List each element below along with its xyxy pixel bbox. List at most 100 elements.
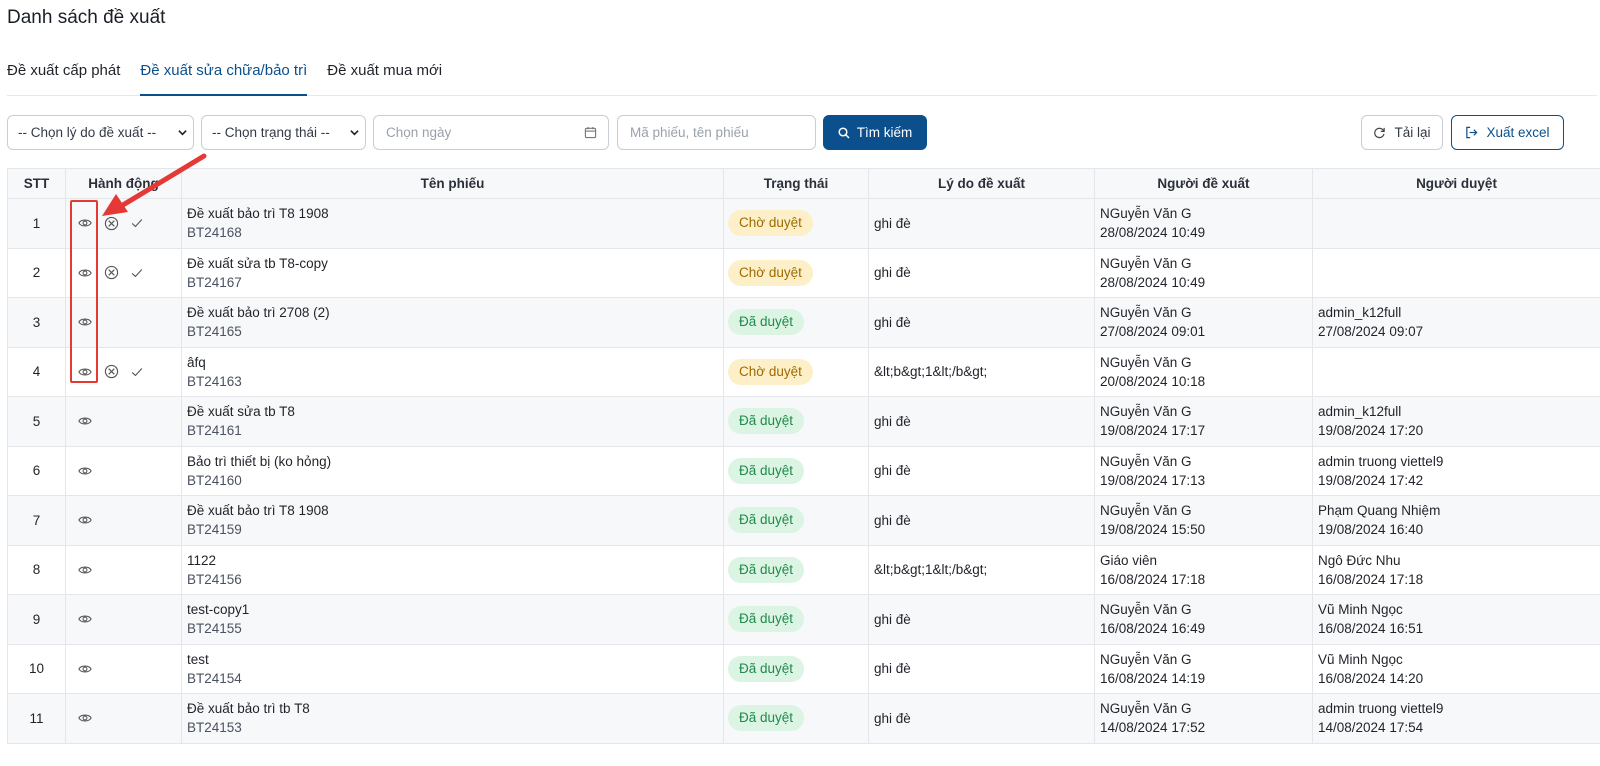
row-status-cell: Đã duyệt	[723, 297, 869, 348]
row-name: Bảo trì thiết bị (ko hỏng)	[187, 453, 332, 469]
status-select[interactable]: -- Chọn trạng thái --	[201, 115, 366, 150]
row-name-cell: Đề xuất bảo trì 2708 (2) BT24165	[181, 297, 724, 348]
status-badge: Chờ duyệt	[728, 210, 813, 237]
row-approver: admin_k12full	[1318, 404, 1402, 420]
row-name-cell: Đề xuất sửa tb T8-copy BT24167	[181, 247, 724, 298]
row-name: test	[187, 651, 209, 667]
proposal-table: STT Hành động Tên phiếu Trạng thái Lý do…	[7, 168, 1600, 744]
row-proposed-at: 19/08/2024 17:17	[1100, 423, 1206, 439]
row-actions	[65, 643, 182, 694]
row-name: Đề xuất bảo trì T8 1908	[187, 503, 329, 519]
row-status-cell: Đã duyệt	[723, 544, 869, 595]
eye-icon[interactable]	[76, 709, 94, 727]
row-name: Đề xuất sửa tb T8-copy	[187, 255, 328, 271]
row-approver-cell: Vũ Minh Ngọc 16/08/2024 14:20	[1312, 643, 1600, 694]
row-approver-cell: admin_k12full 27/08/2024 09:07	[1312, 297, 1600, 348]
row-approver-cell	[1312, 346, 1600, 397]
eye-icon[interactable]	[76, 511, 94, 529]
row-approved-at: 19/08/2024 16:40	[1318, 522, 1424, 538]
table-row: 10 test BT24154 Đã duyệt ghi đè NGuyễn Văn G 1…	[7, 643, 1600, 694]
row-proposer-cell: NGuyễn Văn G 19/08/2024 15:50	[1094, 495, 1313, 546]
row-approved-at: 19/08/2024 17:20	[1318, 423, 1424, 439]
row-actions	[65, 594, 182, 645]
row-name-cell: Đề xuất bảo trì T8 1908 BT24159	[181, 495, 724, 546]
row-code: BT24156	[187, 571, 242, 587]
tab-sua-chua-bao-tri[interactable]: Đề xuất sửa chữa/bảo trì	[140, 60, 308, 96]
table-row: 8 1122 BT24156 Đã duyệt &lt;b&gt;1&lt;/b&gt;…	[7, 544, 1600, 595]
eye-icon[interactable]	[76, 214, 94, 232]
eye-icon[interactable]	[76, 561, 94, 579]
row-actions	[65, 445, 182, 496]
table-row: 9 test-copy1 BT24155 Đã duyệt ghi đè NGuyễn V…	[7, 594, 1600, 645]
eye-icon[interactable]	[76, 660, 94, 678]
row-name-cell: 1122 BT24156	[181, 544, 724, 595]
reject-icon[interactable]	[102, 214, 120, 232]
row-reason: &lt;b&gt;1&lt;/b&gt;	[868, 544, 1095, 595]
row-proposer-cell: NGuyễn Văn G 19/08/2024 17:13	[1094, 445, 1313, 496]
row-approver: Vũ Minh Ngọc	[1318, 602, 1403, 618]
eye-icon[interactable]	[76, 412, 94, 430]
reload-button[interactable]: Tải lại	[1361, 115, 1443, 150]
code-search-input[interactable]: Mã phiếu, tên phiếu	[617, 115, 816, 150]
eye-icon[interactable]	[76, 264, 94, 282]
row-name: Đề xuất bảo trì T8 1908	[187, 206, 329, 222]
export-excel-button[interactable]: Xuất excel	[1451, 115, 1564, 150]
row-approver: admin truong viettel9	[1318, 701, 1444, 717]
row-proposer-cell: Giáo viên 16/08/2024 17:18	[1094, 544, 1313, 595]
col-header-name[interactable]: Tên phiếu	[181, 168, 724, 199]
approve-icon[interactable]	[128, 264, 146, 282]
row-reason: ghi đè	[868, 594, 1095, 645]
tab-cap-phat[interactable]: Đề xuất cấp phát	[7, 60, 120, 96]
reject-icon[interactable]	[102, 264, 120, 282]
col-header-proposer[interactable]: Người đề xuất	[1094, 168, 1313, 199]
row-name-cell: Đề xuất bảo trì tb T8 BT24153	[181, 693, 724, 744]
row-code: BT24160	[187, 472, 242, 488]
col-header-status[interactable]: Trạng thái	[723, 168, 869, 199]
table-row: 3 Đề xuất bảo trì 2708 (2) BT24165 Đã duyệt…	[7, 297, 1600, 348]
row-name: Đề xuất bảo trì 2708 (2)	[187, 305, 330, 321]
row-stt: 5	[7, 396, 66, 447]
row-proposer: Giáo viên	[1100, 552, 1158, 568]
row-status-cell: Đã duyệt	[723, 643, 869, 694]
row-reason: ghi đè	[868, 396, 1095, 447]
eye-icon[interactable]	[76, 610, 94, 628]
row-proposer: NGuyễn Văn G	[1100, 453, 1192, 469]
eye-icon[interactable]	[76, 313, 94, 331]
col-header-approver[interactable]: Người duyệt	[1312, 168, 1600, 199]
table-row: 1 Đề xuất bảo trì T8 1908 BT24168 Chờ duyệt…	[7, 198, 1600, 249]
chevron-down-icon	[350, 130, 359, 136]
row-reason: ghi đè	[868, 693, 1095, 744]
date-input[interactable]: Chọn ngày	[373, 115, 609, 150]
row-proposed-at: 16/08/2024 17:18	[1100, 571, 1206, 587]
row-proposer-cell: NGuyễn Văn G 14/08/2024 17:52	[1094, 693, 1313, 744]
row-approver-cell: admin truong viettel9 19/08/2024 17:42	[1312, 445, 1600, 496]
table-row: 11 Đề xuất bảo trì tb T8 BT24153 Đã duyệt gh…	[7, 693, 1600, 744]
eye-icon[interactable]	[76, 462, 94, 480]
row-actions	[65, 544, 182, 595]
reason-select[interactable]: -- Chọn lý do đề xuất --	[7, 115, 194, 150]
table-row: 4 âfq BT24163 Chờ duyệt &lt;b&gt;1&lt;/b&gt;…	[7, 346, 1600, 397]
row-proposed-at: 16/08/2024 14:19	[1100, 670, 1206, 686]
row-approved-at: 16/08/2024 14:20	[1318, 670, 1424, 686]
row-approver: Phạm Quang Nhiệm	[1318, 503, 1441, 519]
row-code: BT24159	[187, 522, 242, 538]
row-reason: ghi đè	[868, 297, 1095, 348]
row-stt: 10	[7, 643, 66, 694]
search-button[interactable]: Tìm kiếm	[823, 115, 927, 150]
col-header-reason[interactable]: Lý do đề xuất	[868, 168, 1095, 199]
approve-icon[interactable]	[128, 363, 146, 381]
row-reason: ghi đè	[868, 247, 1095, 298]
row-name-cell: Đề xuất sửa tb T8 BT24161	[181, 396, 724, 447]
row-actions	[65, 297, 182, 348]
reject-icon[interactable]	[102, 363, 120, 381]
row-reason: ghi đè	[868, 445, 1095, 496]
row-code: BT24161	[187, 423, 242, 439]
approve-icon[interactable]	[128, 214, 146, 232]
tab-mua-moi[interactable]: Đề xuất mua mới	[327, 60, 442, 96]
row-status-cell: Chờ duyệt	[723, 198, 869, 249]
eye-icon[interactable]	[76, 363, 94, 381]
row-name-cell: Đề xuất bảo trì T8 1908 BT24168	[181, 198, 724, 249]
row-proposer-cell: NGuyễn Văn G 20/08/2024 10:18	[1094, 346, 1313, 397]
row-approver: Vũ Minh Ngọc	[1318, 651, 1403, 667]
proposal-table-container: STT Hành động Tên phiếu Trạng thái Lý do…	[7, 168, 1600, 744]
